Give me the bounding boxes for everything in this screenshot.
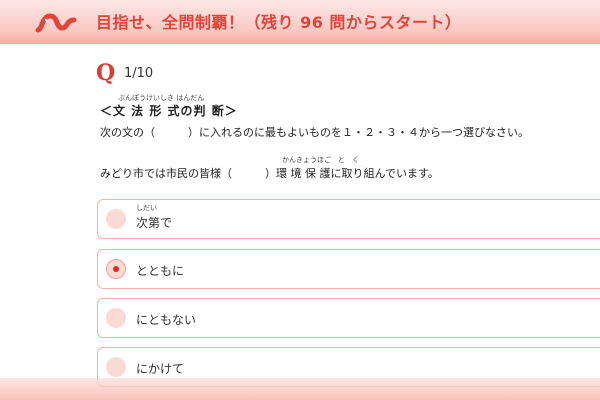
choice-label: 次第で: [136, 216, 173, 230]
radio-button[interactable]: [106, 209, 126, 229]
choice-label: とともに: [136, 264, 185, 278]
footer-bar: [0, 378, 600, 400]
question-instruction: 次の文の（ ）に入れるのに最もよいものを１・２・３・４から一つ選びなさい。: [100, 126, 529, 139]
choice-label: にともない: [136, 313, 197, 327]
header-bar: 目指せ、全問制覇！（残り 96 問からスタート）: [0, 0, 600, 44]
choice-2[interactable]: とともに: [97, 249, 600, 289]
choice-3[interactable]: にともない: [97, 298, 600, 338]
choice-label: にかけて: [136, 362, 185, 376]
question-mark: Q: [96, 60, 116, 86]
question-number: 1/10: [124, 66, 154, 81]
question-sentence: みどり市では市民の皆様（ ）環 境 保 護に取り組んでいます。: [100, 167, 439, 180]
choice-ruby: しだい: [136, 204, 157, 212]
worm-logo-icon: [35, 13, 77, 33]
sentence-ruby: かんきょうほご と く: [282, 156, 359, 164]
choice-1[interactable]: しだい 次第で: [97, 199, 600, 239]
radio-dot: [113, 266, 119, 272]
header-title: 目指せ、全問制覇！（残り 96 問からスタート）: [96, 13, 462, 32]
question-category: ＜文 法 形 式の判 断＞: [100, 104, 238, 118]
radio-button[interactable]: [106, 308, 126, 328]
radio-button[interactable]: [106, 357, 126, 377]
radio-button-selected[interactable]: [106, 259, 126, 279]
